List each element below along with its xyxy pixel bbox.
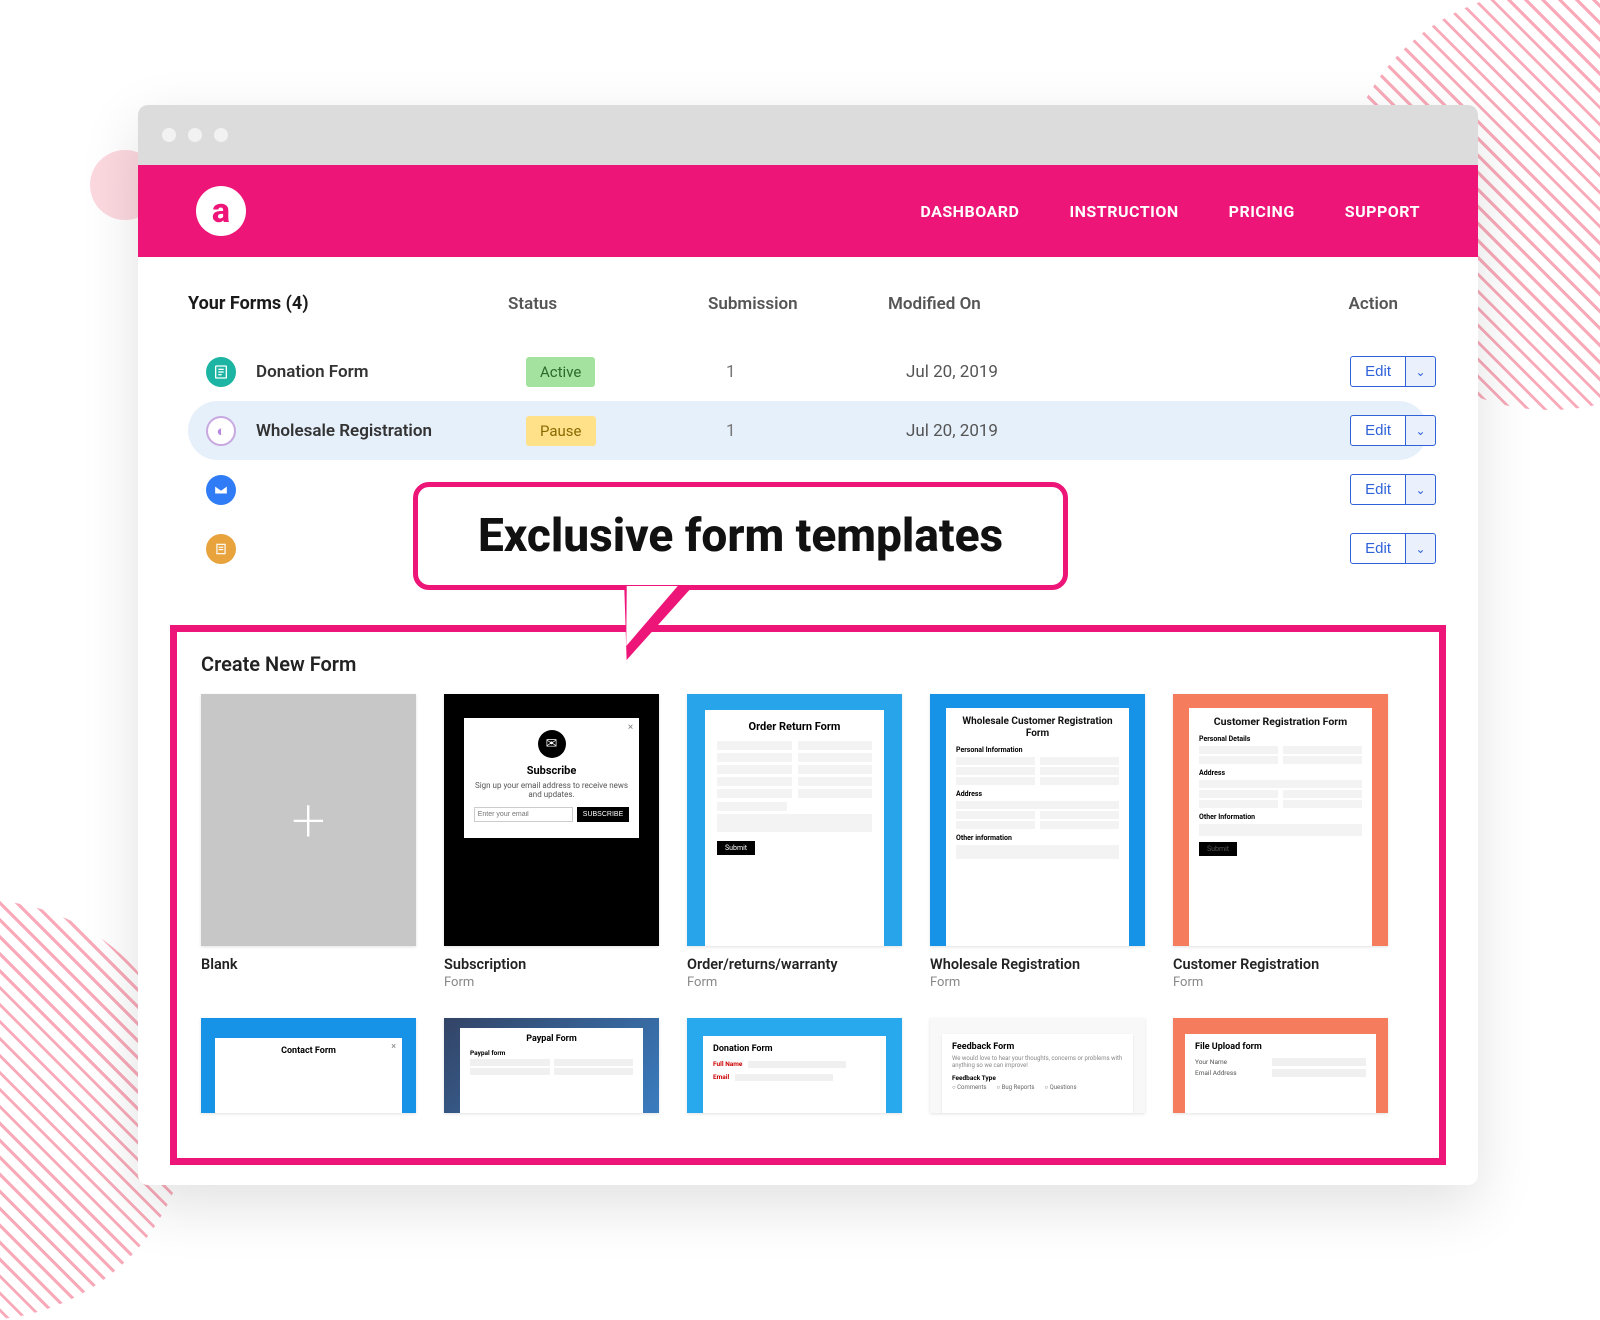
browser-chrome (138, 105, 1478, 165)
edit-dropdown-button[interactable]: ⌄ (1406, 415, 1436, 446)
template-subtitle: Form (1173, 975, 1388, 990)
nav-pricing[interactable]: PRICING (1229, 202, 1295, 221)
main-nav: DASHBOARD INSTRUCTION PRICING SUPPORT (920, 202, 1420, 221)
edit-button[interactable]: Edit (1350, 533, 1406, 564)
template-card-blank[interactable]: + Blank (201, 694, 416, 990)
table-row[interactable]: Donation Form Active 1 Jul 20, 2019 Edit… (188, 342, 1428, 401)
nav-support[interactable]: SUPPORT (1345, 202, 1420, 221)
nav-instruction[interactable]: INSTRUCTION (1069, 202, 1178, 221)
status-badge: Pause (526, 416, 596, 446)
templates-heading: Create New Form (201, 652, 1415, 676)
column-header: Action (1218, 294, 1418, 314)
template-card-order[interactable]: Order Return Form Submit Order/returns/w… (687, 694, 902, 990)
edit-button[interactable]: Edit (1350, 356, 1406, 387)
form-name: Donation Form (256, 362, 368, 382)
table-row[interactable]: ◐ Wholesale Registration Pause 1 Jul 20,… (188, 401, 1428, 460)
templates-panel: Create New Form + Blank × ✉ Subscribe Si… (170, 625, 1446, 1165)
nav-dashboard[interactable]: DASHBOARD (920, 202, 1019, 221)
table-title: Your Forms (4) (188, 293, 508, 314)
column-header: Modified On (888, 294, 1218, 314)
template-card-subscription[interactable]: × ✉ Subscribe Sign up your email address… (444, 694, 659, 990)
callout: Exclusive form templates (413, 482, 1068, 590)
template-title: Subscription (444, 956, 659, 973)
edit-button[interactable]: Edit (1350, 415, 1406, 446)
template-thumb: Donation Form Full Name Email (687, 1018, 902, 1113)
template-subtitle: Form (687, 975, 902, 990)
template-thumb: Paypal Form Paypal form (444, 1018, 659, 1113)
template-title: Order/returns/warranty (687, 956, 902, 973)
submission-count: 1 (726, 421, 906, 441)
callout-text: Exclusive form templates (413, 482, 1068, 590)
template-thumb: × ✉ Subscribe Sign up your email address… (444, 694, 659, 946)
form-icon (206, 475, 236, 505)
template-title: Wholesale Registration (930, 956, 1145, 973)
traffic-light (188, 128, 202, 142)
template-card-feedback[interactable]: Feedback Form We would love to hear your… (930, 1018, 1145, 1113)
status-badge: Active (526, 357, 595, 387)
column-header: Submission (708, 294, 888, 314)
template-subtitle: Form (444, 975, 659, 990)
form-icon: ◐ (206, 416, 236, 446)
column-header: Status (508, 294, 708, 314)
template-card-fileupload[interactable]: File Upload form Your Name Email Address (1173, 1018, 1388, 1113)
template-thumb: ×Contact Form (201, 1018, 416, 1113)
template-thumb: Order Return Form Submit (687, 694, 902, 946)
template-thumb: Feedback Form We would love to hear your… (930, 1018, 1145, 1113)
template-thumb: Wholesale Customer Registration Form Per… (930, 694, 1145, 946)
traffic-light (162, 128, 176, 142)
traffic-light (214, 128, 228, 142)
template-title: Customer Registration (1173, 956, 1388, 973)
template-thumb: Customer Registration Form Personal Deta… (1173, 694, 1388, 946)
modified-date: Jul 20, 2019 (906, 362, 1236, 382)
plus-icon: + (201, 694, 416, 946)
edit-button[interactable]: Edit (1350, 474, 1406, 505)
template-card-paypal[interactable]: Paypal Form Paypal form (444, 1018, 659, 1113)
template-title: Blank (201, 956, 416, 973)
modified-date: Jul 20, 2019 (906, 421, 1236, 441)
edit-dropdown-button[interactable]: ⌄ (1406, 474, 1436, 505)
form-icon (206, 357, 236, 387)
template-card-wholesale[interactable]: Wholesale Customer Registration Form Per… (930, 694, 1145, 990)
form-name: Wholesale Registration (256, 421, 432, 441)
template-subtitle: Form (930, 975, 1145, 990)
submission-count: 1 (726, 362, 906, 382)
edit-dropdown-button[interactable]: ⌄ (1406, 356, 1436, 387)
template-card-contact[interactable]: ×Contact Form (201, 1018, 416, 1113)
template-card-donation[interactable]: Donation Form Full Name Email (687, 1018, 902, 1113)
app-logo[interactable]: a (196, 186, 246, 236)
template-card-customer[interactable]: Customer Registration Form Personal Deta… (1173, 694, 1388, 990)
template-thumb: File Upload form Your Name Email Address (1173, 1018, 1388, 1113)
app-header: a DASHBOARD INSTRUCTION PRICING SUPPORT (138, 165, 1478, 257)
edit-dropdown-button[interactable]: ⌄ (1406, 533, 1436, 564)
form-icon (206, 534, 236, 564)
